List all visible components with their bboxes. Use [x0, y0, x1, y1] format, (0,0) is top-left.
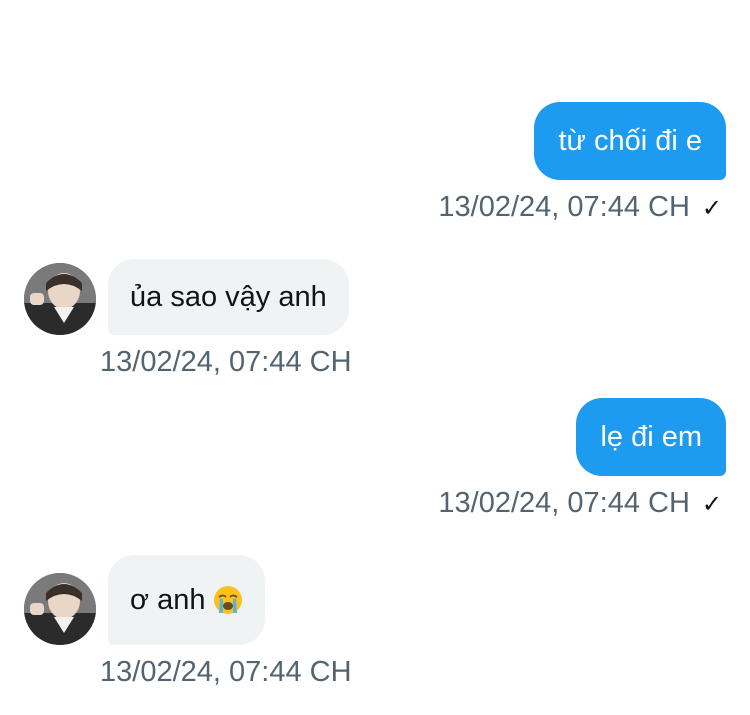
avatar[interactable]: [24, 573, 96, 645]
incoming-message-bubble[interactable]: ủa sao vậy anh: [108, 259, 349, 335]
message-timestamp: 13/02/24, 07:44 CH ✓: [438, 489, 722, 518]
timestamp-text: 13/02/24, 07:44 CH: [438, 191, 690, 223]
message-text: từ chối đi e: [558, 124, 702, 157]
message-text: lẹ đi em: [600, 420, 702, 453]
check-icon: ✓: [701, 194, 722, 222]
message-timestamp: 13/02/24, 07:44 CH: [100, 658, 352, 687]
outgoing-message-bubble[interactable]: lẹ đi em: [576, 398, 726, 476]
message-timestamp: 13/02/24, 07:44 CH ✓: [438, 193, 722, 222]
avatar[interactable]: [24, 263, 96, 335]
avatar-photo: [24, 263, 96, 335]
check-icon: ✓: [701, 490, 722, 518]
message-timestamp: 13/02/24, 07:44 CH: [100, 348, 352, 377]
outgoing-message-bubble[interactable]: từ chối đi e: [534, 102, 726, 180]
incoming-message-bubble[interactable]: ơ anh: [108, 555, 266, 645]
avatar-photo: [24, 573, 96, 645]
message-text: ủa sao vậy anh: [130, 280, 327, 313]
timestamp-text: 13/02/24, 07:44 CH: [438, 487, 690, 519]
message-text: ơ anh: [130, 583, 206, 616]
timestamp-text: 13/02/24, 07:44 CH: [100, 656, 352, 688]
timestamp-text: 13/02/24, 07:44 CH: [100, 346, 352, 378]
loudly-crying-face-emoji: [214, 586, 243, 614]
